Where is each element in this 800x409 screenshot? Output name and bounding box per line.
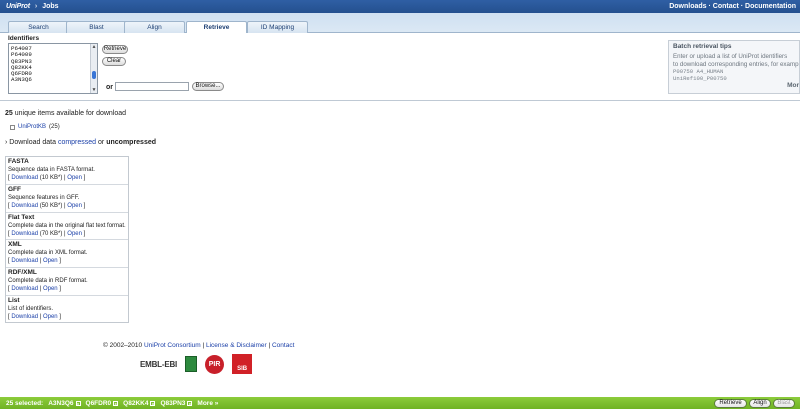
top-header: UniProt › Jobs Downloads · Contact · Doc… (0, 0, 800, 13)
uniprotkb-count: (25) (49, 124, 60, 130)
footer: © 2002–2010 UniProt Consortium | License… (103, 342, 295, 349)
tab-blast[interactable]: Blast (66, 21, 127, 33)
format-row-fasta: FASTA Sequence data in FASTA format. [ D… (6, 157, 128, 185)
fasta-download-link[interactable]: Download (11, 175, 38, 181)
download-formats-table: FASTA Sequence data in FASTA format. [ D… (5, 156, 129, 323)
selected-item[interactable]: Q6FDR0 x (86, 400, 119, 407)
sib-logo[interactable]: SIB (232, 354, 253, 374)
contact-link[interactable]: Contact (272, 342, 294, 349)
tips-title: Batch retrieval tips (673, 43, 732, 50)
brand: UniProt › Jobs (6, 3, 59, 10)
consortium-link[interactable]: UniProt Consortium (144, 342, 201, 349)
file-path-input[interactable] (115, 82, 189, 91)
selected-item[interactable]: Q82KK4 x (123, 400, 156, 407)
identifiers-label: Identifiers (8, 35, 40, 42)
partner-logos: EMBL-EBI PIR SIB (140, 354, 253, 374)
xml-download-link[interactable]: Download (11, 258, 38, 264)
license-link[interactable]: License & Disclaimer (206, 342, 267, 349)
database-row: UniProtKB (25) (10, 124, 60, 130)
uncompressed-option[interactable]: uncompressed (106, 139, 156, 146)
or-label: or (106, 84, 113, 91)
bottom-align-button[interactable]: Align (749, 399, 771, 408)
browse-button[interactable]: Browse... (192, 82, 224, 91)
top-links[interactable]: Downloads · Contact · Documentation (669, 3, 796, 10)
gff-download-link[interactable]: Download (11, 203, 38, 209)
remove-icon[interactable]: x (75, 400, 81, 406)
list-download-link[interactable]: Download (11, 314, 38, 320)
download-options: › Download data compressed or uncompress… (5, 139, 157, 146)
tab-id-mapping[interactable]: ID Mapping (247, 21, 308, 33)
xml-open-link[interactable]: Open (43, 258, 58, 264)
scroll-down-icon[interactable]: ▼ (91, 87, 97, 93)
uniprot-logo[interactable]: UniProt (6, 3, 30, 10)
gff-open-link[interactable]: Open (67, 203, 82, 209)
scroll-thumb[interactable] (92, 71, 96, 79)
remove-icon[interactable]: x (150, 400, 156, 406)
selected-count: 25 selected: (6, 399, 44, 407)
tips-more-link[interactable]: Mor (787, 82, 799, 89)
flat-text-download-link[interactable]: Download (11, 231, 38, 237)
clear-button[interactable]: Clear (102, 57, 126, 66)
embl-ebi-logo[interactable]: EMBL-EBI (140, 360, 177, 369)
selected-item[interactable]: A3N3Q6 x (48, 400, 81, 407)
embl-ebi-emblem-icon (185, 356, 198, 372)
bottom-retrieve-button[interactable]: Retrieve (714, 399, 747, 408)
compressed-link[interactable]: compressed (58, 139, 96, 146)
section-title[interactable]: Jobs (42, 3, 58, 10)
tab-search[interactable]: Search (8, 21, 69, 33)
more-selected-link[interactable]: More » (197, 400, 218, 407)
selection-bar: 25 selected: A3N3Q6 x Q6FDR0 x Q82KK4 x Q83… (0, 397, 800, 409)
format-row-flat-text: Flat Text Complete data in the original … (6, 213, 128, 241)
format-row-xml: XML Complete data in XML format. [ Downl… (6, 240, 128, 269)
list-open-link[interactable]: Open (43, 314, 58, 320)
tab-strip: Search Blast Align Retrieve ID Mapping (0, 13, 800, 34)
pir-logo[interactable]: PIR (205, 354, 225, 374)
textarea-scrollbar[interactable]: ▲ ▼ (90, 44, 97, 93)
identifiers-textarea[interactable]: P64007 P64009 Q83PN3 Q82KK4 Q6FDR0 A3N3Q… (8, 43, 98, 94)
breadcrumb-separator-icon: › (34, 3, 38, 10)
uniprotkb-link[interactable]: UniProtKB (18, 124, 46, 130)
remove-icon[interactable]: x (113, 400, 119, 406)
bottom-blast-button[interactable]: Blast (773, 399, 795, 408)
selected-item[interactable]: Q83PN3 x (160, 400, 193, 407)
uniprotkb-checkbox[interactable] (10, 124, 15, 130)
fasta-open-link[interactable]: Open (67, 175, 82, 181)
retrieve-button[interactable]: Retrieve (102, 45, 128, 54)
batch-retrieval-tips: Batch retrieval tips Enter or upload a l… (668, 40, 800, 94)
rdf-download-link[interactable]: Download (11, 286, 38, 292)
format-row-list: List List of identifiers. [ Download | O… (8, 296, 61, 320)
rdf-open-link[interactable]: Open (43, 286, 58, 292)
format-row-gff: GFF Sequence features in GFF. [ Download… (6, 185, 128, 213)
tips-body: Enter or upload a list of UniProt identi… (673, 53, 799, 82)
scroll-up-icon[interactable]: ▲ (91, 44, 97, 50)
format-row-rdf-xml: RDF/XML Complete data in RDF format. [ D… (6, 268, 128, 296)
tab-align[interactable]: Align (124, 21, 185, 33)
flat-text-open-link[interactable]: Open (67, 231, 82, 237)
remove-icon[interactable]: x (187, 400, 193, 406)
items-count: 25 unique items available for download (5, 110, 127, 117)
